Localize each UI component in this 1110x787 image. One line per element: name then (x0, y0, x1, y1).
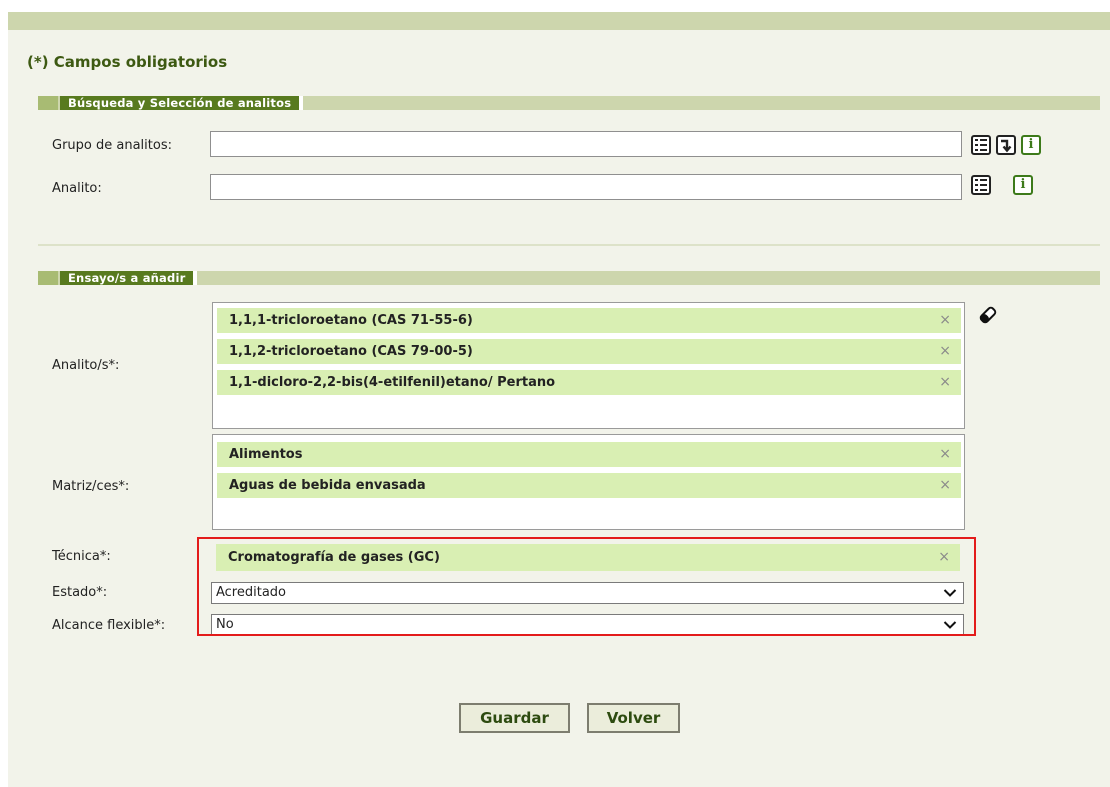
analyte-tag: 1,1,1-tricloroetano (CAS 71-55-6) × (217, 308, 961, 333)
section-divider (38, 244, 1100, 246)
list-icon[interactable] (971, 135, 991, 155)
remove-tag-icon[interactable]: × (939, 473, 951, 498)
analyte-input[interactable] (210, 174, 962, 200)
highlight-box (197, 537, 976, 636)
search-section-header: Búsqueda y Selección de analitos (38, 96, 1100, 110)
matrix-tag: Aguas de bebida envasada × (217, 473, 961, 498)
tests-section-title: Ensayo/s a añadir (60, 271, 198, 285)
technique-label: Técnica*: (52, 549, 111, 564)
group-analytes-label: Grupo de analitos: (52, 138, 172, 153)
section-bar-stub (38, 271, 58, 285)
remove-tag-icon[interactable]: × (939, 339, 951, 364)
info-icon[interactable]: i (1013, 175, 1033, 195)
remove-tag-icon[interactable]: × (939, 442, 951, 467)
tests-section-header: Ensayo/s a añadir (38, 271, 1100, 285)
group-analytes-input[interactable] (210, 131, 962, 157)
save-button[interactable]: Guardar (459, 703, 570, 733)
remove-tag-icon[interactable]: × (939, 308, 951, 333)
matrix-tag: Alimentos × (217, 442, 961, 467)
analytes-multiselect[interactable]: 1,1,1-tricloroetano (CAS 71-55-6) × 1,1,… (212, 302, 965, 429)
required-fields-note: (*) Campos obligatorios (27, 53, 228, 71)
list-icon[interactable] (971, 175, 991, 195)
search-section-title: Búsqueda y Selección de analitos (60, 96, 304, 110)
flexible-scope-label: Alcance flexible*: (52, 618, 166, 633)
back-button[interactable]: Volver (587, 703, 680, 733)
analyte-tag: 1,1-dicloro-2,2-bis(4-etilfenil)etano/ P… (217, 370, 961, 395)
section-bar-stub (38, 96, 58, 110)
analytes-label: Analito/s*: (52, 358, 120, 373)
status-label: Estado*: (52, 585, 108, 600)
remove-tag-icon[interactable]: × (939, 370, 951, 395)
arrow-down-return-icon[interactable] (996, 135, 1016, 155)
matrices-label: Matriz/ces*: (52, 479, 130, 494)
analyte-label: Analito: (52, 181, 102, 196)
analyte-tag: 1,1,2-tricloroetano (CAS 79-00-5) × (217, 339, 961, 364)
eraser-icon[interactable] (976, 303, 1000, 327)
info-icon[interactable]: i (1021, 135, 1041, 155)
matrices-multiselect[interactable]: Alimentos × Aguas de bebida envasada × (212, 434, 965, 530)
